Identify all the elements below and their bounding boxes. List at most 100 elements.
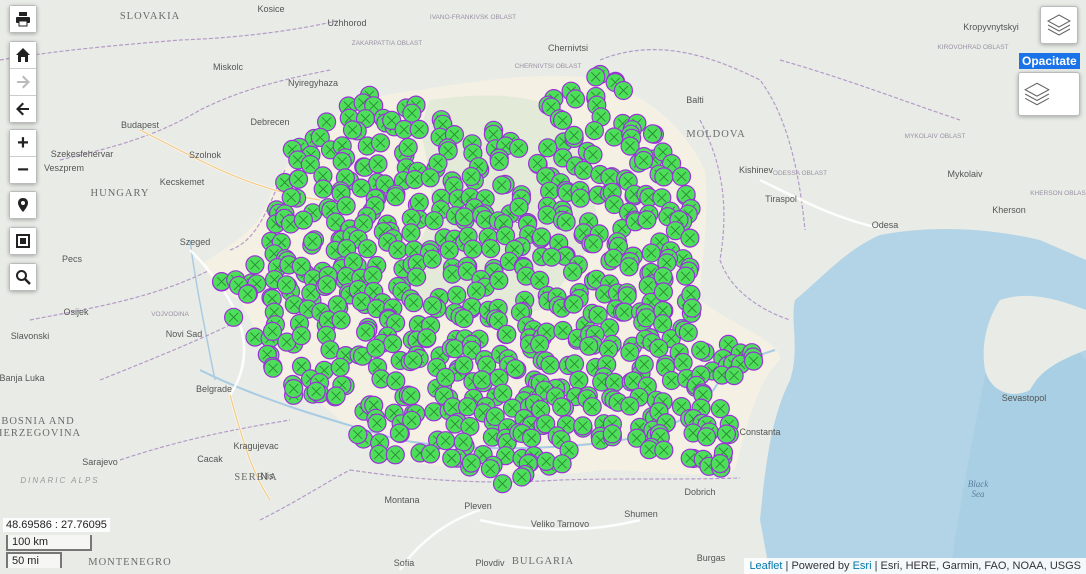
map-marker[interactable] — [454, 309, 474, 329]
map-marker[interactable] — [436, 431, 456, 451]
map-marker[interactable] — [439, 240, 459, 260]
leaflet-link[interactable]: Leaflet — [749, 560, 782, 572]
search-button[interactable] — [10, 264, 36, 290]
map-marker[interactable] — [369, 444, 389, 464]
map-marker[interactable] — [710, 454, 730, 474]
map-marker[interactable] — [409, 192, 429, 212]
map-marker[interactable] — [586, 67, 606, 87]
map-marker[interactable] — [454, 207, 474, 227]
map-marker[interactable] — [584, 121, 605, 141]
map-marker[interactable] — [461, 166, 481, 187]
map-marker[interactable] — [654, 167, 674, 187]
map-marker[interactable] — [637, 210, 657, 230]
map-marker[interactable] — [724, 366, 744, 386]
map-marker[interactable] — [636, 308, 656, 328]
map-marker[interactable] — [613, 80, 634, 101]
map-marker[interactable] — [505, 359, 525, 379]
map-marker[interactable] — [564, 125, 584, 145]
map-marker[interactable] — [404, 293, 424, 313]
esri-link[interactable]: Esri — [853, 560, 872, 572]
map-marker[interactable] — [492, 175, 512, 195]
map-marker[interactable] — [447, 285, 467, 305]
map-marker[interactable] — [716, 424, 737, 444]
map-marker[interactable] — [508, 138, 529, 158]
map-marker[interactable] — [489, 270, 509, 290]
map-marker[interactable] — [442, 448, 462, 468]
map-marker[interactable] — [582, 397, 602, 417]
map-marker[interactable] — [552, 110, 573, 131]
map-marker[interactable] — [743, 351, 764, 371]
map-marker[interactable] — [370, 133, 391, 153]
map-marker[interactable] — [386, 187, 406, 207]
map-marker[interactable] — [466, 281, 486, 301]
map-marker[interactable] — [313, 179, 333, 199]
map-marker[interactable] — [293, 210, 313, 230]
map-marker[interactable] — [614, 302, 635, 322]
map-marker[interactable] — [332, 152, 352, 172]
map-marker[interactable] — [653, 282, 674, 302]
map-marker[interactable] — [556, 212, 576, 232]
map-marker[interactable] — [386, 371, 406, 391]
map-marker[interactable] — [604, 372, 625, 392]
opacity-layers-button[interactable] — [1018, 72, 1080, 116]
map-marker[interactable] — [454, 355, 474, 375]
map-marker[interactable] — [562, 262, 583, 282]
map-marker[interactable] — [284, 379, 304, 399]
map-marker[interactable] — [671, 166, 692, 187]
map-marker[interactable] — [363, 265, 383, 286]
map-marker[interactable] — [480, 459, 500, 479]
home-button[interactable] — [10, 42, 36, 69]
map-marker[interactable] — [326, 386, 346, 406]
map-marker[interactable] — [481, 239, 501, 259]
map-marker[interactable] — [403, 350, 423, 370]
map-marker[interactable] — [420, 168, 440, 188]
map-marker[interactable] — [673, 352, 693, 373]
fullscreen-button[interactable] — [10, 228, 36, 254]
map-marker[interactable] — [281, 187, 301, 208]
map-marker[interactable] — [291, 326, 311, 346]
map-marker[interactable] — [579, 336, 599, 356]
map-marker[interactable] — [565, 89, 586, 109]
map-marker[interactable] — [531, 227, 552, 247]
map-marker[interactable] — [564, 294, 584, 314]
map-marker[interactable] — [402, 103, 422, 123]
map-marker[interactable] — [336, 196, 356, 216]
map-marker[interactable] — [654, 440, 674, 460]
map-marker[interactable] — [620, 396, 640, 416]
map-marker[interactable] — [536, 451, 556, 471]
map-marker[interactable] — [398, 137, 418, 157]
locate-button[interactable] — [10, 192, 36, 218]
map-marker[interactable] — [619, 257, 639, 277]
map-marker[interactable] — [649, 338, 669, 358]
map-marker[interactable] — [342, 120, 363, 140]
map-marker[interactable] — [453, 432, 473, 452]
map-marker[interactable] — [710, 399, 730, 419]
map-marker[interactable] — [385, 445, 405, 465]
map-marker[interactable] — [642, 124, 663, 144]
map-marker[interactable] — [420, 444, 441, 464]
map-canvas[interactable]: SLOVAKIAHUNGARYMOLDOVASERBIABULGARIABOSN… — [0, 0, 1086, 574]
map-marker[interactable] — [489, 151, 509, 171]
map-marker[interactable] — [641, 243, 661, 263]
map-marker[interactable] — [330, 357, 350, 377]
map-marker[interactable] — [368, 154, 388, 174]
map-marker[interactable] — [276, 275, 296, 295]
map-marker[interactable] — [564, 354, 585, 374]
map-marker[interactable] — [569, 370, 589, 390]
layers-button[interactable] — [1040, 6, 1078, 44]
back-button[interactable] — [10, 96, 36, 122]
map-marker[interactable] — [409, 119, 429, 139]
map-marker[interactable] — [634, 354, 654, 374]
zoom-out-button[interactable]: − — [10, 157, 36, 183]
map-marker[interactable] — [492, 474, 513, 494]
map-marker[interactable] — [303, 231, 323, 251]
map-marker[interactable] — [238, 284, 258, 304]
map-marker[interactable] — [288, 169, 309, 189]
map-marker[interactable] — [436, 367, 456, 387]
map-marker[interactable] — [263, 358, 283, 378]
map-marker[interactable] — [417, 328, 437, 348]
map-marker[interactable] — [357, 239, 377, 259]
map-marker[interactable] — [675, 266, 696, 286]
map-marker[interactable] — [463, 239, 483, 259]
map-marker[interactable] — [383, 334, 403, 354]
